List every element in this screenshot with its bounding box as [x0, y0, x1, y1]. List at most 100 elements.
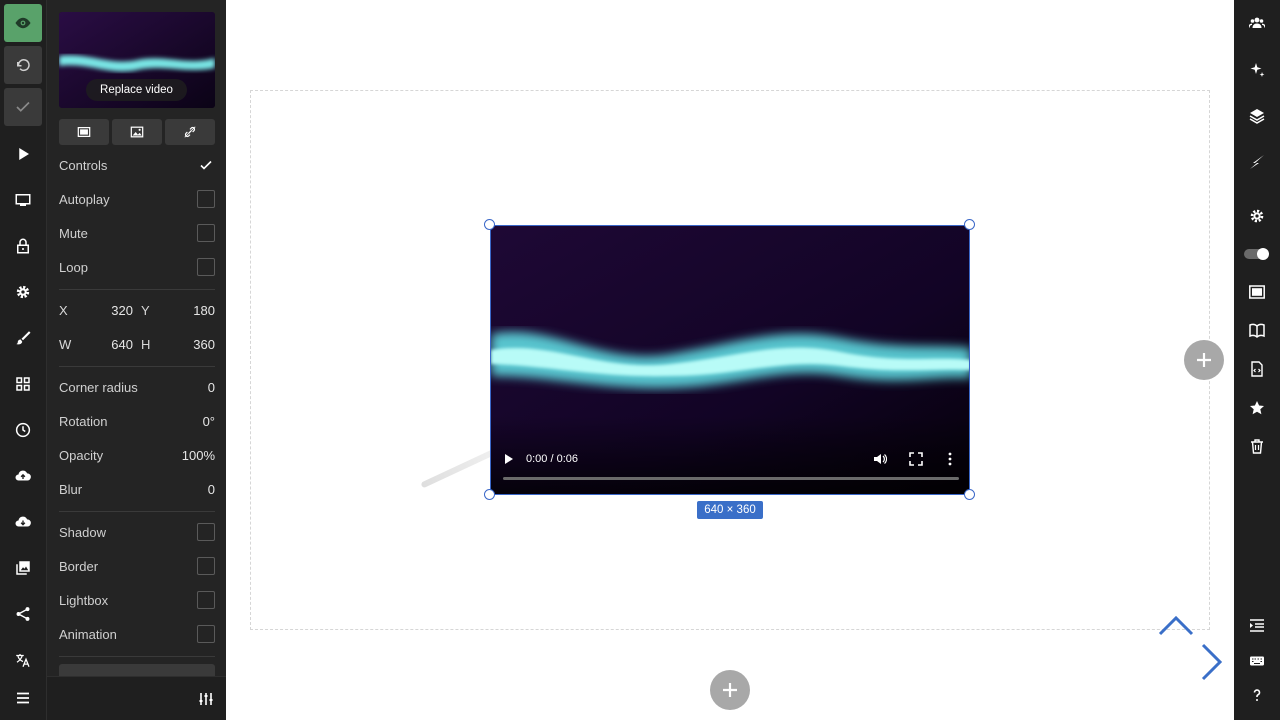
animation-label: Animation	[59, 626, 117, 642]
fullscreen-button[interactable]	[909, 452, 923, 469]
volume-button[interactable]	[873, 452, 888, 469]
fullscreen-icon	[909, 452, 923, 466]
autoplay-label: Autoplay	[59, 191, 110, 207]
shadow-toggle-row[interactable]: Shadow	[59, 521, 215, 543]
corner-radius-row[interactable]: Corner radius 0	[59, 376, 215, 398]
corner-radius-value[interactable]: 0	[208, 380, 215, 395]
resize-handle-bottom-right[interactable]	[964, 489, 975, 500]
opacity-value[interactable]: 100%	[182, 448, 215, 463]
frame-icon	[77, 127, 91, 137]
divider	[59, 289, 215, 290]
y-label: Y	[141, 302, 150, 318]
eye-icon	[15, 17, 31, 29]
layers-icon	[1249, 109, 1265, 124]
resize-handle-top-left[interactable]	[484, 219, 495, 230]
collapsed-section[interactable]	[59, 664, 215, 676]
lock-icon	[17, 238, 29, 254]
clock-icon	[15, 422, 31, 438]
delete-button[interactable]	[1244, 433, 1270, 459]
border-checkbox[interactable]	[197, 557, 215, 575]
favorites-button[interactable]	[1244, 395, 1270, 421]
layers-button[interactable]	[1244, 103, 1270, 129]
border-toggle-row[interactable]: Border	[59, 555, 215, 577]
resize-handle-top-right[interactable]	[964, 219, 975, 230]
h-value-input[interactable]: 360	[179, 333, 215, 355]
images-icon	[16, 561, 30, 575]
history-button[interactable]	[4, 411, 42, 449]
controls-checkmark[interactable]	[197, 156, 215, 174]
poster-image-button[interactable]	[112, 119, 162, 145]
users-icon	[1249, 17, 1265, 28]
border-label: Border	[59, 558, 99, 574]
lightbox-toggle-row[interactable]: Lightbox	[59, 589, 215, 611]
replace-video-button[interactable]: Replace video	[86, 79, 187, 101]
download-button[interactable]	[4, 503, 42, 541]
next-slide-button[interactable]	[1200, 642, 1224, 682]
blur-label: Blur	[59, 481, 83, 497]
undo-button[interactable]	[4, 46, 42, 84]
outline-button[interactable]	[1244, 612, 1270, 638]
animation-checkbox[interactable]	[197, 625, 215, 643]
toggle-switch[interactable]	[1243, 241, 1271, 267]
scroll-up-button[interactable]	[1158, 614, 1194, 638]
blocks-button[interactable]	[4, 365, 42, 403]
shadow-checkbox[interactable]	[197, 523, 215, 541]
opacity-label: Opacity	[59, 447, 104, 463]
ai-assist-button[interactable]	[1244, 57, 1270, 83]
rotation-value[interactable]: 0°	[203, 414, 215, 429]
settings-button[interactable]	[4, 273, 42, 311]
lock-button[interactable]	[4, 227, 42, 265]
resize-handle-bottom-left[interactable]	[484, 489, 495, 500]
menu-button[interactable]	[4, 679, 42, 717]
blur-value[interactable]: 0	[208, 482, 215, 497]
editor-canvas[interactable]: 0:00 / 0:06 640 × 360	[226, 0, 1234, 720]
style-button[interactable]	[4, 319, 42, 357]
more-options-button[interactable]	[947, 452, 953, 469]
share-button[interactable]	[4, 595, 42, 633]
mute-label: Mute	[59, 225, 88, 241]
mute-checkbox[interactable]	[197, 224, 215, 242]
collaborators-button[interactable]	[1244, 10, 1270, 36]
autoplay-checkbox[interactable]	[197, 190, 215, 208]
video-play-button[interactable]	[503, 452, 515, 469]
autoplay-toggle-row[interactable]: Autoplay	[59, 188, 215, 210]
site-settings-button[interactable]	[1244, 203, 1270, 229]
upload-button[interactable]	[4, 457, 42, 495]
pages-button[interactable]	[1244, 317, 1270, 343]
device-preview-button[interactable]	[4, 181, 42, 219]
animation-toggle-row[interactable]: Animation	[59, 623, 215, 645]
media-library-button[interactable]	[4, 549, 42, 587]
video-progress-bar[interactable]	[503, 477, 959, 480]
add-section-button[interactable]	[710, 670, 750, 710]
play-button[interactable]	[4, 135, 42, 173]
monitor-icon	[15, 194, 31, 206]
translate-button[interactable]	[4, 641, 42, 679]
apply-button[interactable]	[4, 88, 42, 126]
opacity-row[interactable]: Opacity 100%	[59, 444, 215, 466]
controls-toggle-row[interactable]: Controls	[59, 154, 215, 176]
video-element[interactable]: 0:00 / 0:06	[490, 225, 970, 495]
lightbox-checkbox[interactable]	[197, 591, 215, 609]
adjustments-button[interactable]	[197, 690, 215, 708]
loop-toggle-row[interactable]: Loop	[59, 256, 215, 278]
help-button[interactable]	[1244, 682, 1270, 708]
loop-checkbox[interactable]	[197, 258, 215, 276]
sparkle-icon	[1250, 63, 1265, 77]
blur-row[interactable]: Blur 0	[59, 478, 215, 500]
rotation-row[interactable]: Rotation 0°	[59, 410, 215, 432]
page-layout-button[interactable]	[1244, 279, 1270, 305]
x-value-input[interactable]: 320	[99, 299, 133, 321]
code-embed-button[interactable]	[1244, 356, 1270, 382]
y-value-input[interactable]: 180	[179, 299, 215, 321]
add-column-button[interactable]	[1184, 340, 1224, 380]
w-value-input[interactable]: 640	[99, 333, 133, 355]
effects-button[interactable]	[1244, 149, 1270, 175]
hamburger-icon	[17, 692, 29, 704]
mute-toggle-row[interactable]: Mute	[59, 222, 215, 244]
code-file-icon	[1251, 361, 1263, 377]
fit-mode-button[interactable]	[59, 119, 109, 145]
preview-eye-button[interactable]	[4, 4, 42, 42]
chevron-right-icon	[1201, 643, 1223, 681]
keyboard-shortcuts-button[interactable]	[1244, 648, 1270, 674]
link-button[interactable]	[165, 119, 215, 145]
